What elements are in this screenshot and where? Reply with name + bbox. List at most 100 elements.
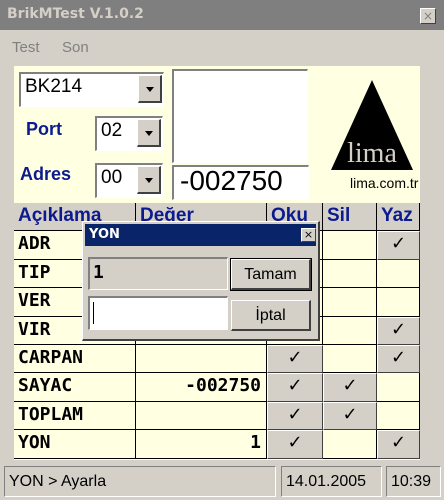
port-select-value: 02: [101, 120, 123, 141]
row-value-cell[interactable]: -002750: [136, 373, 267, 402]
preview-box: [172, 69, 308, 163]
cancel-button-label: İptal: [255, 307, 286, 324]
dialog-current-value: 1: [93, 262, 104, 283]
row-yaz-cell[interactable]: ✓: [377, 316, 420, 345]
window-title: BrikMTest V.1.0.2: [7, 6, 144, 22]
row-name: ADR: [18, 233, 51, 255]
row-name: TOPLAM: [18, 403, 84, 425]
dialog-close-button[interactable]: ×: [301, 228, 316, 242]
row-yaz-cell[interactable]: ✓: [377, 345, 420, 374]
ok-button-label: Tamam: [244, 266, 297, 283]
port-select[interactable]: 02: [95, 116, 163, 151]
dialog-title: YON: [89, 227, 120, 242]
status-text-pane: YON > Ayarla: [4, 466, 276, 497]
row-name: SAYAC: [18, 375, 73, 397]
status-bar: YON > Ayarla 14.01.2005 10:39: [0, 463, 444, 500]
row-yaz-cell[interactable]: ✓: [377, 430, 420, 459]
chevron-down-icon: [144, 130, 153, 136]
row-value-cell[interactable]: [136, 345, 267, 374]
reading-value: -002750: [180, 165, 283, 196]
row-oku-cell[interactable]: ✓: [267, 430, 323, 459]
column-header-label: Sil: [327, 205, 351, 226]
dialog-input[interactable]: [88, 296, 228, 330]
row-name-cell: CARPAN: [14, 345, 136, 374]
dialog-current-value-box: 1: [88, 257, 228, 290]
close-button[interactable]: ×: [420, 8, 436, 24]
check-icon: ✓: [390, 233, 407, 255]
row-sil-cell[interactable]: [323, 288, 377, 317]
app-window: BrikMTest V.1.0.2 × Test Son BK214 Port …: [0, 0, 444, 500]
check-icon: ✓: [287, 375, 303, 397]
dialog-title-bar[interactable]: YON ×: [85, 224, 316, 246]
row-value: -002750: [185, 375, 261, 397]
row-oku-cell[interactable]: ✓: [267, 373, 323, 402]
address-select[interactable]: 00: [95, 163, 163, 198]
row-sil-cell[interactable]: [323, 316, 377, 345]
address-label: Adres: [20, 164, 72, 184]
check-icon: ✓: [287, 432, 303, 454]
row-sil-cell[interactable]: [323, 259, 377, 289]
row-yaz-cell[interactable]: ✓: [377, 231, 420, 260]
address-select-value: 00: [101, 167, 123, 188]
check-icon: ✓: [390, 432, 407, 454]
status-time: 10:39: [391, 473, 432, 490]
address-select-button[interactable]: [137, 166, 161, 194]
port-label: Port: [26, 119, 62, 139]
row-sil-cell[interactable]: [323, 231, 377, 260]
row-sil-cell[interactable]: [323, 430, 377, 459]
check-icon: ✓: [342, 375, 358, 397]
ok-button[interactable]: Tamam: [230, 258, 312, 291]
device-select[interactable]: BK214: [19, 72, 164, 107]
row-yaz-cell[interactable]: [377, 259, 420, 289]
row-sil-cell[interactable]: ✓: [323, 373, 377, 402]
status-time-pane: 10:39: [386, 466, 441, 497]
row-oku-cell[interactable]: ✓: [267, 401, 323, 431]
column-header-sil[interactable]: Sil: [323, 203, 377, 232]
row-name-cell: SAYAC: [14, 373, 136, 402]
menu-bar: Test Son: [0, 30, 444, 63]
check-icon: ✓: [287, 403, 303, 425]
device-select-value: BK214: [25, 76, 83, 97]
status-date: 14.01.2005: [286, 473, 367, 490]
row-name-cell: YON: [14, 430, 136, 459]
close-icon: ×: [422, 9, 434, 23]
cancel-button[interactable]: İptal: [231, 300, 311, 331]
row-name: VIR: [18, 318, 51, 340]
logo-site: lima.com.tr: [350, 175, 419, 191]
title-bar[interactable]: BrikMTest V.1.0.2 ×: [0, 0, 444, 30]
row-name: YON: [18, 432, 51, 454]
row-name-cell: TOPLAM: [14, 401, 136, 431]
chevron-down-icon: [144, 177, 153, 183]
column-header-label: Yaz: [381, 205, 413, 226]
row-name: VER: [18, 290, 51, 312]
device-select-button[interactable]: [138, 75, 162, 103]
row-name: TIP: [18, 261, 51, 283]
status-text: YON > Ayarla: [9, 473, 107, 490]
logo-text: lima: [347, 138, 397, 169]
status-date-pane: 14.01.2005: [281, 466, 382, 497]
row-sil-cell[interactable]: ✓: [323, 401, 377, 431]
column-header-yaz[interactable]: Yaz: [377, 203, 420, 232]
chevron-down-icon: [145, 86, 154, 92]
row-oku-cell[interactable]: ✓: [267, 345, 323, 374]
check-icon: ✓: [390, 318, 407, 340]
row-value-cell[interactable]: 1: [136, 430, 267, 459]
close-icon: ×: [303, 228, 314, 241]
row-name: CARPAN: [18, 347, 84, 368]
port-select-button[interactable]: [137, 119, 161, 147]
row-value: 1: [250, 432, 261, 454]
check-icon: ✓: [287, 347, 303, 368]
row-yaz-cell[interactable]: [377, 288, 420, 317]
lima-logo: lima: [331, 80, 413, 170]
reading-display: -002750: [172, 165, 309, 200]
check-icon: ✓: [390, 347, 407, 368]
row-yaz-cell[interactable]: [377, 373, 420, 402]
row-sil-cell[interactable]: [323, 345, 377, 374]
yon-dialog: YON × 1 Tamam İptal: [82, 221, 320, 341]
menu-item-son[interactable]: Son: [62, 39, 89, 56]
text-cursor: [93, 302, 94, 324]
check-icon: ✓: [342, 403, 358, 425]
menu-item-test[interactable]: Test: [12, 39, 40, 56]
row-value-cell[interactable]: [136, 401, 267, 431]
row-yaz-cell[interactable]: [377, 401, 420, 431]
